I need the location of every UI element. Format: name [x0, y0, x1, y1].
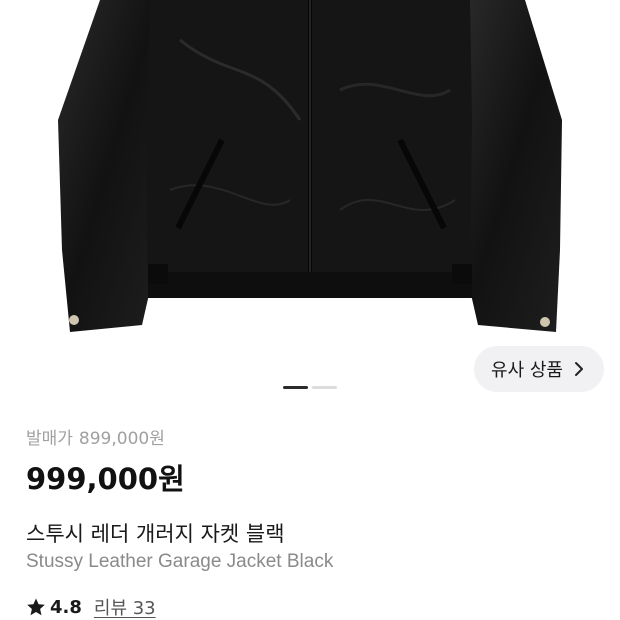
carousel-dot-1[interactable] [283, 386, 308, 389]
similar-products-button[interactable]: 유사 상품 [474, 346, 604, 392]
similar-products-label: 유사 상품 [491, 360, 563, 381]
product-name-korean: 스투시 레더 개러지 자켓 블랙 [26, 522, 285, 546]
reviews-link[interactable]: 리뷰 33 [94, 594, 156, 620]
rating-row: 4.8 리뷰 33 [26, 594, 156, 620]
chevron-right-icon [574, 362, 583, 376]
retail-price-label: 발매가 [26, 429, 73, 449]
product-image[interactable] [0, 0, 620, 348]
carousel-indicator [283, 386, 337, 389]
leather-jacket-image [58, 0, 562, 332]
current-price: 999,000원 [26, 462, 185, 496]
retail-price: 발매가 899,000원 [26, 424, 165, 449]
product-name-english: Stussy Leather Garage Jacket Black [26, 551, 334, 572]
retail-price-value: 899,000원 [78, 429, 165, 449]
carousel-dot-2[interactable] [312, 386, 337, 389]
rating-score: 4.8 [50, 596, 82, 618]
star-icon [27, 598, 45, 616]
